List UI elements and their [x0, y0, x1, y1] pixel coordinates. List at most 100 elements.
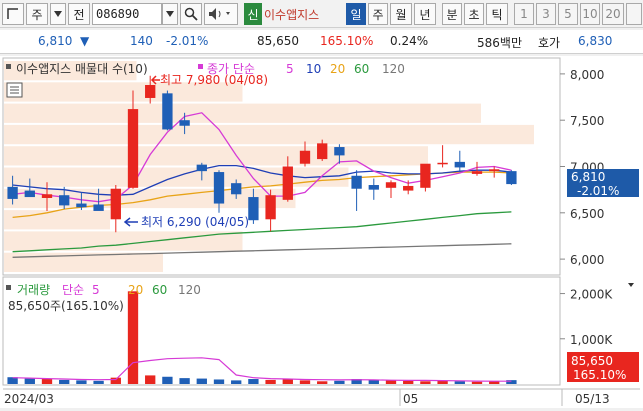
interval-3-button[interactable]: 3	[536, 3, 556, 25]
more-intervals-button[interactable]	[626, 3, 642, 25]
candle-body	[420, 163, 431, 188]
volume-bar	[437, 380, 448, 384]
price-tick-label: 6,000	[570, 253, 604, 267]
candle-body	[489, 169, 500, 172]
candle-body	[127, 109, 139, 188]
volume-bar	[420, 381, 431, 384]
volume-bar	[454, 381, 465, 384]
volume-legend-icon	[6, 285, 11, 290]
legend-square-icon	[6, 64, 11, 69]
period-tick-button[interactable]: 틱	[486, 3, 508, 25]
volume-bar	[110, 377, 121, 384]
interval-1-button[interactable]: 1	[514, 3, 534, 25]
legend-title: 이수앱지스 매물대 수(10)	[16, 62, 148, 76]
volume-bar	[213, 379, 225, 384]
window-icon[interactable]	[2, 3, 24, 25]
grid-toggle-icon[interactable]	[6, 82, 23, 98]
volume-bar	[127, 291, 139, 384]
quote-price: 6,830	[578, 34, 613, 48]
volume-profile-band	[4, 231, 243, 251]
toolbar: 주 전 086890 신 이수앱지스 일 주 월 년 분 초 틱 1 3 5 1…	[0, 0, 643, 28]
price-tick-label: 8,000	[570, 68, 604, 82]
all-button[interactable]: 전	[68, 3, 90, 25]
trade-amount: 586백만	[477, 36, 522, 50]
candle-body	[76, 203, 87, 208]
period-year-button[interactable]: 년	[414, 3, 436, 25]
volume-ma120-legend: 120	[178, 283, 201, 297]
candle-body	[437, 162, 448, 165]
speaker-icon[interactable]	[204, 3, 238, 25]
period-month-button[interactable]: 월	[390, 3, 412, 25]
price-change-percent: -2.01%	[166, 34, 209, 48]
stock-code-input[interactable]: 086890	[92, 3, 162, 25]
volume-tag-value: 85,650	[571, 354, 613, 368]
volume-ma-label: 단순	[62, 283, 84, 297]
volume-value-label: 85,650주(165.10%)	[8, 299, 124, 313]
candle-body	[265, 195, 276, 220]
price-tick-label: 6,500	[570, 207, 604, 221]
date-label-start: 2024/03	[4, 392, 54, 406]
candle-body	[41, 194, 53, 198]
candle-body	[162, 93, 173, 130]
volume-bar	[471, 381, 483, 384]
current-price: 6,810	[38, 34, 73, 48]
current-price-tag: 6,810 -2.01%	[567, 169, 639, 198]
candle-body	[317, 143, 328, 160]
volume-bar	[179, 378, 190, 384]
date-axis: 2024/03 05 05/13	[3, 388, 640, 406]
panel-chevron-icon[interactable]	[628, 283, 634, 287]
market-selector[interactable]: 주	[26, 3, 48, 25]
volume-panel[interactable]	[2, 276, 561, 386]
stock-name: 이수앱지스	[264, 7, 320, 22]
candle-body	[248, 197, 259, 221]
candle-body	[299, 150, 311, 164]
candle-body	[506, 171, 517, 185]
candle-body	[471, 171, 483, 174]
volume-profile-band	[4, 103, 481, 123]
candle-body	[7, 186, 18, 199]
volume-bar	[317, 381, 328, 384]
chevron-down-icon[interactable]	[50, 3, 66, 25]
volume-legend-label: 거래량	[17, 283, 50, 297]
candle-body	[93, 204, 104, 211]
period-minute-button[interactable]: 분	[442, 3, 462, 25]
date-label-end: 05/13	[575, 392, 610, 406]
candle-body	[213, 172, 225, 204]
ma120-legend: 120	[382, 62, 405, 76]
candle-body	[145, 85, 156, 98]
ma60-legend: 60	[354, 62, 369, 76]
interval-5-button[interactable]: 5	[558, 3, 578, 25]
volume-bar	[93, 380, 104, 384]
candle-body	[368, 185, 379, 190]
chart-area[interactable]: 8,000 7,500 7,000 6,500 6,000 2,000K 1,000K 이수…	[0, 56, 643, 408]
ma20-legend: 20	[330, 62, 345, 76]
date-label-may: 05	[403, 392, 418, 406]
code-dropdown-icon[interactable]	[162, 3, 178, 25]
trade-volume: 85,650	[257, 34, 299, 48]
volume-bar	[334, 380, 345, 384]
period-day-button[interactable]: 일	[346, 3, 366, 25]
candle-body	[179, 120, 190, 126]
price-change: 140	[130, 34, 153, 48]
stock-chart[interactable]: 8,0007,5007,0006,5006,0002,000K1,000K 이수…	[0, 56, 643, 408]
period-second-button[interactable]: 초	[464, 3, 484, 25]
candle-body	[454, 161, 465, 168]
low-label: 최저 6,290 (04/05)	[141, 215, 249, 229]
volume-bar	[385, 380, 397, 384]
period-week-button[interactable]: 주	[368, 3, 388, 25]
low-annotation: 최저 6,290 (04/05)	[123, 215, 249, 229]
volume-bar	[248, 379, 259, 384]
interval-10-button[interactable]: 10	[580, 3, 600, 25]
down-arrow-icon: ▼	[80, 34, 90, 48]
volume-bar	[162, 376, 173, 384]
candle-body	[403, 185, 414, 191]
interval-20-button[interactable]: 20	[602, 3, 624, 25]
current-price-tag-value: 6,810	[571, 170, 605, 184]
volume-bar	[145, 375, 156, 384]
volume-bar	[24, 378, 35, 384]
volume-profile-band	[4, 146, 428, 166]
volume-bar	[403, 380, 414, 384]
volume-ma20-legend: 20	[128, 283, 143, 297]
volume-ma60-legend: 60	[152, 283, 167, 297]
search-icon[interactable]	[180, 3, 202, 25]
